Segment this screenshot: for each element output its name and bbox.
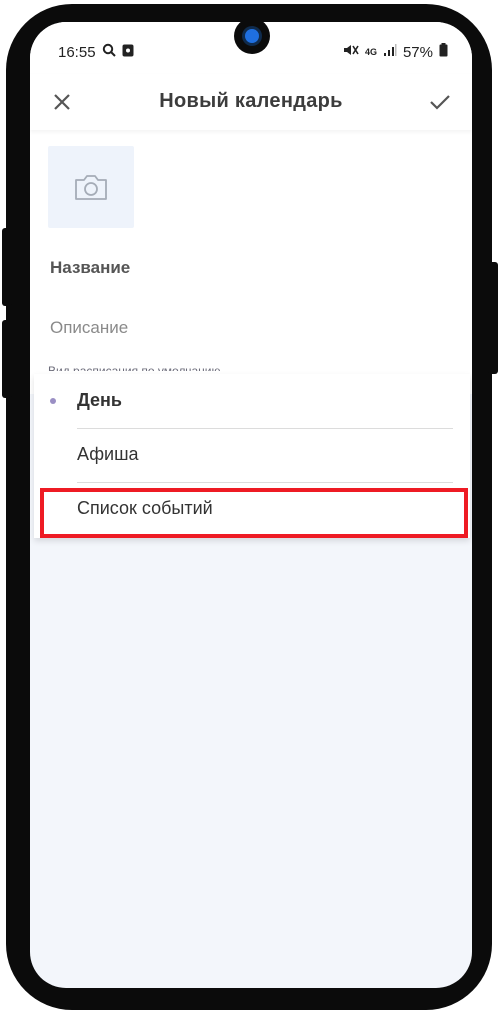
- confirm-button[interactable]: [428, 90, 452, 114]
- volume-button: [2, 228, 12, 306]
- name-field[interactable]: Название: [50, 258, 130, 278]
- option-afisha[interactable]: Афиша: [34, 428, 470, 482]
- search-icon: [102, 43, 116, 61]
- notification-icon: [122, 44, 134, 61]
- option-label: Афиша: [77, 444, 139, 464]
- screen: 16:55 4G 57% Новый календарь Название Оп…: [30, 22, 472, 988]
- default-view-label: Вид расписания по умолчанию: [48, 364, 221, 371]
- view-dropdown: День Афиша Список событий: [34, 374, 470, 538]
- status-time: 16:55: [58, 43, 96, 61]
- check-icon: [430, 95, 450, 110]
- camera-icon: [75, 175, 107, 200]
- option-label: Список событий: [77, 498, 213, 518]
- description-field[interactable]: Описание: [50, 318, 128, 338]
- signal-icon: [383, 43, 397, 61]
- page-title: Новый календарь: [159, 90, 343, 112]
- selected-dot: [50, 398, 56, 404]
- mute-icon: [343, 43, 359, 61]
- calendar-form: Название Описание Вид расписания по умол…: [30, 130, 472, 394]
- app-header: Новый календарь: [30, 74, 472, 130]
- network-type: 4G: [364, 46, 377, 57]
- option-event-list[interactable]: Список событий: [34, 482, 470, 536]
- photo-upload[interactable]: [48, 146, 134, 228]
- option-label: День: [77, 390, 122, 410]
- battery-level: 57%: [402, 43, 433, 61]
- power-button: [2, 320, 12, 398]
- side-button: [488, 262, 498, 374]
- battery-icon: [439, 43, 448, 61]
- option-day[interactable]: День: [34, 374, 470, 428]
